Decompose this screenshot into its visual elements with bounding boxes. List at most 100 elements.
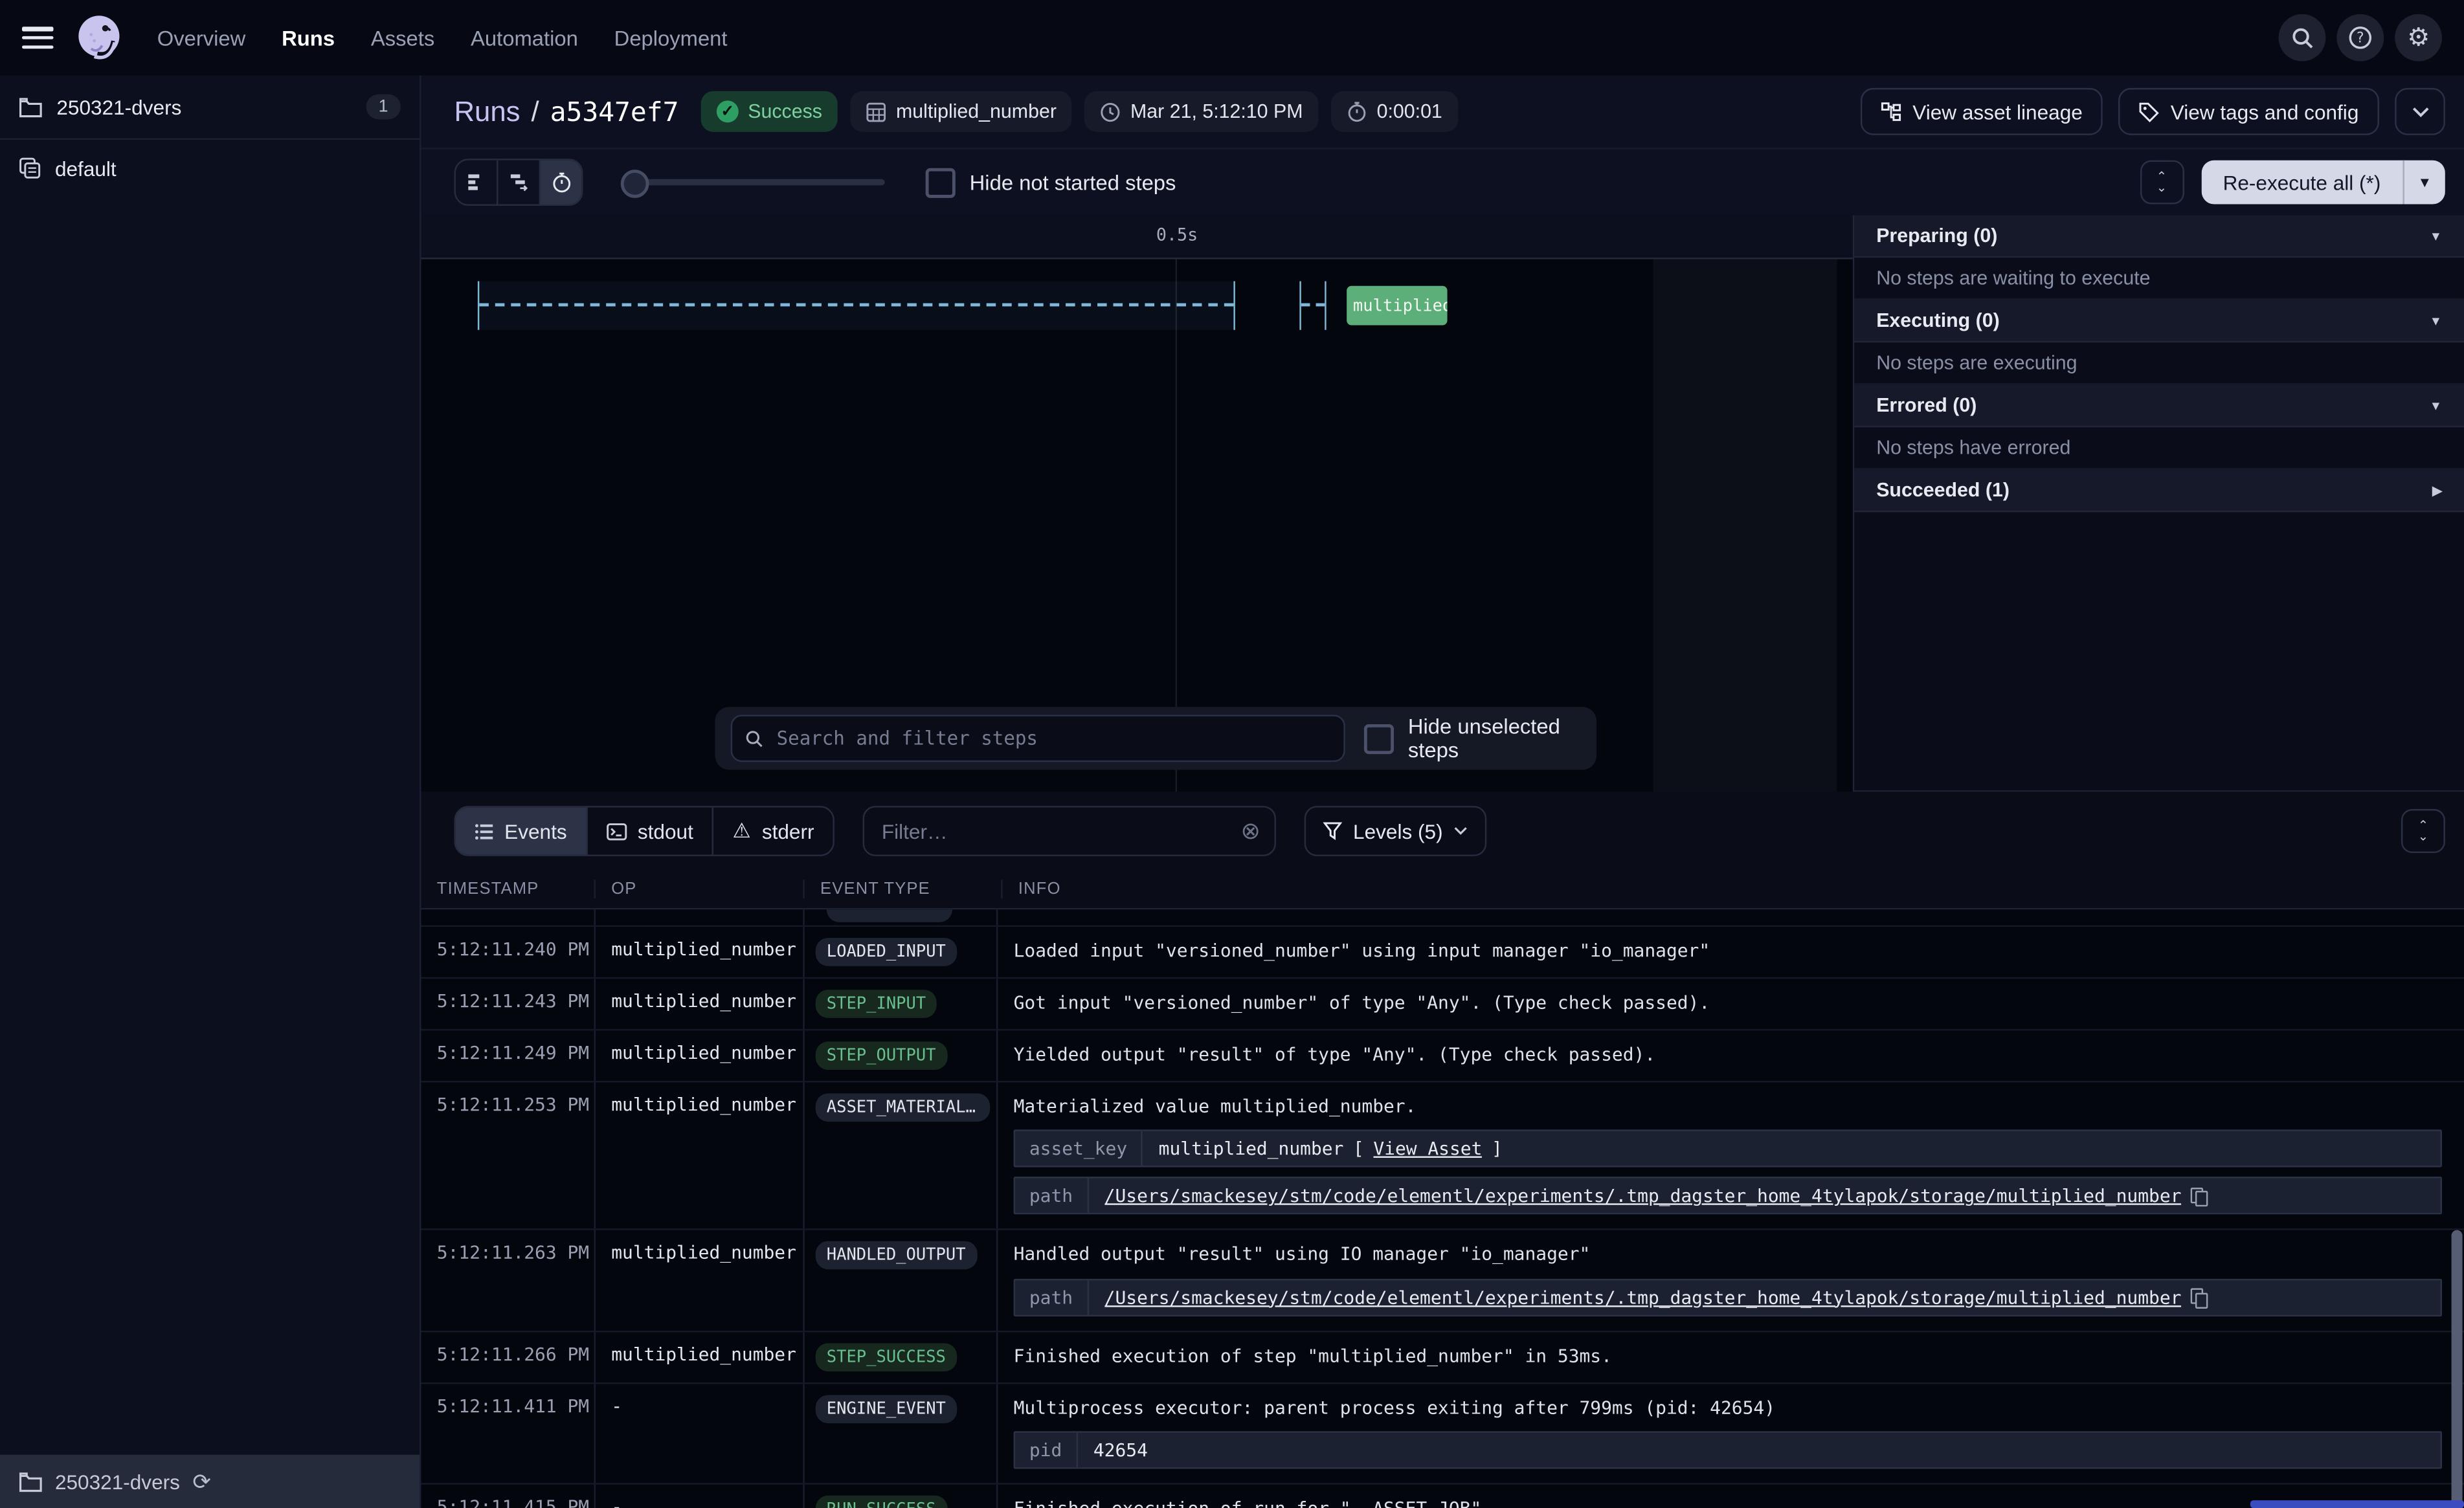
folder-icon <box>19 96 42 117</box>
tag-icon <box>2139 102 2160 122</box>
panel-section-executing[interactable]: Executing (0)▼ <box>1854 300 2464 343</box>
sidebar-repo-row[interactable]: 250321-dvers 1 <box>0 76 420 140</box>
start-time-pill: Mar 21, 5:12:10 PM <box>1085 91 1319 132</box>
hide-not-started-checkbox[interactable] <box>926 168 956 197</box>
event-type-badge: STEP_OUTPUT <box>816 1041 947 1070</box>
panel-body-executing: No steps are executing <box>1854 342 2464 385</box>
event-log-section: Events stdout ⚠ stderr ⊗ <box>421 792 2464 1508</box>
horizontal-scrollbar-thumb[interactable] <box>2250 1500 2464 1508</box>
hide-not-started-label: Hide not started steps <box>970 170 1176 194</box>
event-type-badge: STEP_SUCCESS <box>816 1342 957 1371</box>
path-link[interactable]: /Users/smackesey/stm/code/elementl/exper… <box>1104 1185 2182 1207</box>
timed-view-icon[interactable] <box>541 161 581 205</box>
chevron-down-icon <box>1454 826 1468 836</box>
path-link[interactable]: /Users/smackesey/stm/code/elementl/exper… <box>1104 1286 2182 1308</box>
check-icon: ✓ <box>717 100 739 122</box>
clock-icon <box>1101 102 1121 122</box>
panel-section-succeeded[interactable]: Succeeded (1)▶ <box>1854 470 2464 513</box>
col-info: INFO <box>1003 880 2464 898</box>
tab-events[interactable]: Events <box>456 808 587 855</box>
run-actions-chevron-button[interactable] <box>2395 88 2445 135</box>
gantt-waiting-bar[interactable] <box>478 281 1235 329</box>
top-nav-items: Overview Runs Assets Automation Deployme… <box>157 26 728 49</box>
triangle-down-icon: ▼ <box>2430 398 2442 412</box>
lineage-icon <box>1881 102 1902 122</box>
status-badge: ✓ Success <box>700 91 838 132</box>
event-row[interactable]: 5:12:11.240 PM multiplied_number LOADED_… <box>421 927 2464 979</box>
hamburger-menu-icon[interactable] <box>22 27 54 49</box>
log-filter-input[interactable] <box>879 817 1229 844</box>
gantt-step-bar[interactable]: multiplied_number <box>1347 286 1447 326</box>
waterfall-view-icon[interactable] <box>498 161 541 205</box>
nav-overview[interactable]: Overview <box>157 26 246 49</box>
event-row[interactable]: 5:12:11.263 PM multiplied_number HANDLED… <box>421 1230 2464 1331</box>
gantt-waiting-segment[interactable] <box>1299 281 1326 329</box>
reload-icon[interactable]: ⟳ <box>192 1468 210 1494</box>
flat-view-icon[interactable] <box>456 161 498 205</box>
gantt-zoom-slider[interactable] <box>621 179 885 186</box>
levels-dropdown[interactable]: Levels (5) <box>1305 806 1487 856</box>
tab-stderr[interactable]: ⚠ stderr <box>713 808 833 855</box>
event-row[interactable]: 5:12:11.243 PM multiplied_number STEP_IN… <box>421 979 2464 1030</box>
nav-assets[interactable]: Assets <box>371 26 434 49</box>
event-row[interactable]: 5:12:11.253 PM multiplied_number ASSET_M… <box>421 1082 2464 1230</box>
view-asset-lineage-button[interactable]: View asset lineage <box>1861 88 2103 135</box>
panel-section-errored[interactable]: Errored (0)▼ <box>1854 385 2464 428</box>
breadcrumb-runs-link[interactable]: Runs <box>454 95 520 128</box>
run-id: a5347ef7 <box>550 96 679 128</box>
breadcrumb-separator: / <box>532 95 539 128</box>
metadata-row-asset-key: asset_key multiplied_number [View Asset] <box>1014 1130 2442 1168</box>
panel-body-errored: No steps have errored <box>1854 427 2464 470</box>
panel-section-preparing[interactable]: Preparing (0)▼ <box>1854 216 2464 258</box>
step-search-box[interactable] <box>731 715 1345 762</box>
folder-icon <box>19 1471 42 1492</box>
scrollbar-thumb[interactable] <box>2452 1230 2463 1508</box>
settings-gear-icon[interactable]: ⚙ <box>2395 14 2442 61</box>
event-row[interactable]: 5:12:11.249 PM multiplied_number STEP_OU… <box>421 1030 2464 1082</box>
clear-filter-icon[interactable]: ⊗ <box>1240 819 1260 843</box>
metadata-row-pid: pid 42654 <box>1014 1431 2442 1469</box>
slider-knob[interactable] <box>621 170 649 198</box>
sidebar-item-label: default <box>55 157 117 180</box>
breadcrumb: Runs / a5347ef7 <box>454 95 678 128</box>
hide-unselected-checkbox[interactable] <box>1364 724 1394 753</box>
tab-stdout[interactable]: stdout <box>587 808 713 855</box>
event-log-toolbar: Events stdout ⚠ stderr ⊗ <box>421 792 2464 870</box>
nav-runs[interactable]: Runs <box>282 26 335 49</box>
gantt-body: multiplied_number Hide unselected steps <box>421 260 1853 792</box>
duration-pill: 0:00:01 <box>1331 91 1458 132</box>
log-tabs: Events stdout ⚠ stderr <box>454 806 834 856</box>
sidebar-footer[interactable]: 250321-dvers ⟳ <box>0 1455 420 1508</box>
gantt-highlight-column <box>1653 260 1837 792</box>
nav-deployment[interactable]: Deployment <box>614 26 728 49</box>
sidebar-item-default[interactable]: default <box>0 140 420 196</box>
triangle-down-icon: ▼ <box>2430 313 2442 327</box>
search-icon <box>745 728 765 749</box>
top-nav: Overview Runs Assets Automation Deployme… <box>0 0 2464 76</box>
dagster-logo[interactable] <box>73 11 126 65</box>
triangle-right-icon: ▶ <box>2432 483 2442 497</box>
top-nav-actions: ? ⚙ <box>2279 14 2442 61</box>
event-row[interactable]: 5:12:11.415 PM - RUN_SUCCESS Finished ex… <box>421 1484 2464 1508</box>
expand-collapse-button[interactable]: ⌃⌄ <box>2140 161 2184 205</box>
log-filter-box[interactable]: ⊗ <box>863 806 1276 856</box>
event-type-badge: ASSET_MATERIALIZATION <box>816 1093 990 1122</box>
expand-log-button[interactable]: ⌃⌄ <box>2401 809 2445 853</box>
event-type-badge: ENGINE_EVENT <box>816 1394 957 1423</box>
event-row[interactable]: 5:12:11.266 PM multiplied_number STEP_SU… <box>421 1331 2464 1383</box>
asset-group-icon <box>19 157 41 179</box>
event-table-body: 5:12:11.240 PM multiplied_number LOADED_… <box>421 909 2464 1508</box>
re-execute-dropdown-caret[interactable]: ▼ <box>2404 161 2445 205</box>
view-tags-config-button[interactable]: View tags and config <box>2119 88 2379 135</box>
nav-automation[interactable]: Automation <box>471 26 578 49</box>
search-icon[interactable] <box>2279 14 2326 61</box>
copy-icon[interactable] <box>2191 1288 2205 1305</box>
view-asset-link[interactable]: View Asset <box>1373 1138 1482 1160</box>
step-search-input[interactable] <box>774 726 1331 751</box>
event-row[interactable]: 5:12:11.411 PM - ENGINE_EVENT Multiproce… <box>421 1383 2464 1484</box>
copy-icon[interactable] <box>2191 1187 2205 1204</box>
gantt-chart: 0.5s multiplied_number <box>421 216 1853 790</box>
re-execute-all-button[interactable]: Re-execute all (*) <box>2201 161 2404 205</box>
help-icon[interactable]: ? <box>2336 14 2384 61</box>
col-op: OP <box>596 880 805 898</box>
